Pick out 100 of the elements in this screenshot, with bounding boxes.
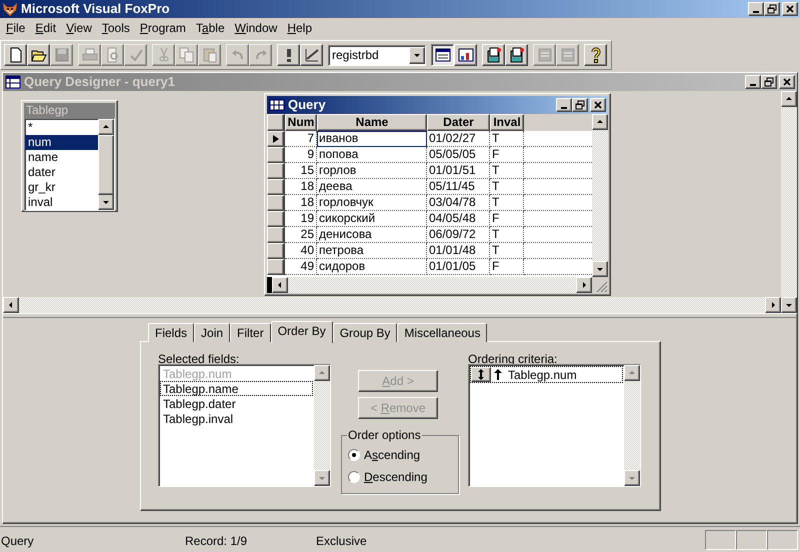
menu-item[interactable]: Tools: [96, 19, 135, 37]
table-cell: T: [490, 195, 524, 211]
table-cell: 15: [285, 163, 317, 179]
table-cell: 04/05/48: [427, 211, 490, 227]
restore-button[interactable]: [572, 98, 588, 112]
minimize-button[interactable]: [745, 75, 761, 89]
grid-button[interactable]: [454, 44, 477, 66]
record-selector[interactable]: [267, 147, 285, 163]
radio-button[interactable]: [348, 449, 360, 461]
record-selector[interactable]: [267, 163, 285, 179]
tab[interactable]: Miscellaneous: [397, 323, 488, 342]
radio-label[interactable]: Descending: [364, 468, 428, 486]
database-icon: [486, 47, 502, 63]
column-header[interactable]: Dater: [427, 114, 490, 131]
table-cell: 05/05/05: [427, 147, 490, 163]
builder-button[interactable]: [505, 44, 528, 66]
table-cell: T: [490, 227, 524, 243]
group-title: Order options: [347, 428, 422, 442]
wizard-button[interactable]: [300, 44, 323, 66]
open-button[interactable]: [27, 44, 50, 66]
dropdown-button[interactable]: [409, 46, 425, 64]
record-selector[interactable]: [267, 195, 285, 211]
move-handle[interactable]: [471, 367, 491, 382]
printer-icon: [82, 47, 98, 63]
new-button[interactable]: [4, 44, 27, 66]
scroll-up-button[interactable]: [624, 365, 640, 381]
close-button[interactable]: [590, 98, 606, 112]
minimize-button[interactable]: [556, 98, 572, 112]
tab[interactable]: Group By: [332, 323, 398, 342]
tab[interactable]: Join: [194, 323, 230, 342]
fox-icon: [2, 1, 18, 17]
builder-button[interactable]: [482, 44, 505, 66]
table-cell: 19: [285, 211, 317, 227]
radio-button[interactable]: [348, 471, 360, 483]
record-selector[interactable]: [267, 179, 285, 195]
close-button[interactable]: [782, 2, 798, 16]
field-item[interactable]: dater: [25, 165, 98, 180]
minimize-icon: [750, 84, 756, 86]
table-cell: 06/09/72: [427, 227, 490, 243]
database-combo[interactable]: registrbd: [328, 44, 426, 66]
scroll-up-button[interactable]: [592, 114, 608, 130]
close-icon: [593, 100, 603, 110]
menu-item[interactable]: File: [1, 19, 30, 37]
field-item[interactable]: name: [25, 150, 98, 165]
restore-button[interactable]: [761, 75, 777, 89]
scroll-down-button[interactable]: [314, 470, 330, 486]
scroll-left-button[interactable]: [272, 277, 288, 293]
menu-item[interactable]: Table: [190, 19, 230, 37]
field-item[interactable]: num: [25, 135, 98, 150]
ordering-criteria-list[interactable]: Tablegp.num: [468, 364, 641, 487]
scroll-up-button[interactable]: [314, 365, 330, 381]
tab[interactable]: Order By: [270, 321, 333, 343]
column-header[interactable]: Name: [317, 114, 427, 131]
status-panel: [736, 530, 767, 550]
minimize-button[interactable]: [748, 2, 764, 16]
menu-item[interactable]: Help: [282, 19, 317, 37]
field-item[interactable]: inval: [25, 195, 98, 210]
magnifier-icon: [104, 47, 120, 63]
exclamation-icon: [286, 48, 290, 62]
scroll-down-button[interactable]: [781, 297, 797, 313]
table-cell: 01/01/05: [427, 259, 490, 275]
record-selector[interactable]: [267, 131, 285, 147]
splitter[interactable]: [3, 313, 797, 318]
record-selector[interactable]: [267, 259, 285, 275]
table-cell: T: [490, 243, 524, 259]
menu-item[interactable]: View: [61, 19, 97, 37]
record-selector[interactable]: [267, 227, 285, 243]
column-header[interactable]: Num: [285, 114, 317, 131]
chart-icon: [304, 47, 320, 63]
run-button[interactable]: [277, 44, 300, 66]
column-header[interactable]: Inval: [490, 114, 524, 131]
record-selector[interactable]: [267, 243, 285, 259]
restore-button[interactable]: [764, 2, 780, 16]
tab[interactable]: Filter: [230, 323, 271, 342]
help-button[interactable]: [584, 44, 607, 66]
table-cell: 25: [285, 227, 317, 243]
close-button[interactable]: [779, 75, 795, 89]
scroll-up-button[interactable]: [98, 119, 114, 135]
window-button[interactable]: [431, 44, 454, 66]
scroll-up-button[interactable]: [781, 91, 797, 107]
list-item[interactable]: Tablegp.dater: [160, 396, 313, 411]
radio-label[interactable]: Ascending: [364, 446, 420, 464]
scroll-right-button[interactable]: [576, 277, 592, 293]
tab[interactable]: Fields: [148, 323, 194, 342]
scroll-down-button[interactable]: [624, 470, 640, 486]
table-cell: деева: [317, 179, 427, 195]
app-title: Microsoft Visual FoxPro: [21, 0, 170, 18]
list-item[interactable]: Tablegp.inval: [160, 411, 313, 426]
database-icon: [508, 47, 524, 63]
field-item[interactable]: gr_kr: [25, 180, 98, 195]
list-item[interactable]: Tablegp.name: [160, 381, 313, 396]
scroll-down-button[interactable]: [592, 261, 608, 277]
scroll-left-button[interactable]: [3, 297, 19, 313]
scroll-down-button[interactable]: [98, 194, 114, 210]
field-item[interactable]: *: [25, 120, 98, 135]
scroll-right-button[interactable]: [765, 297, 781, 313]
menu-item[interactable]: Program: [134, 19, 191, 37]
menu-item[interactable]: Edit: [30, 19, 62, 37]
record-selector[interactable]: [267, 211, 285, 227]
menu-item[interactable]: Window: [230, 19, 282, 37]
